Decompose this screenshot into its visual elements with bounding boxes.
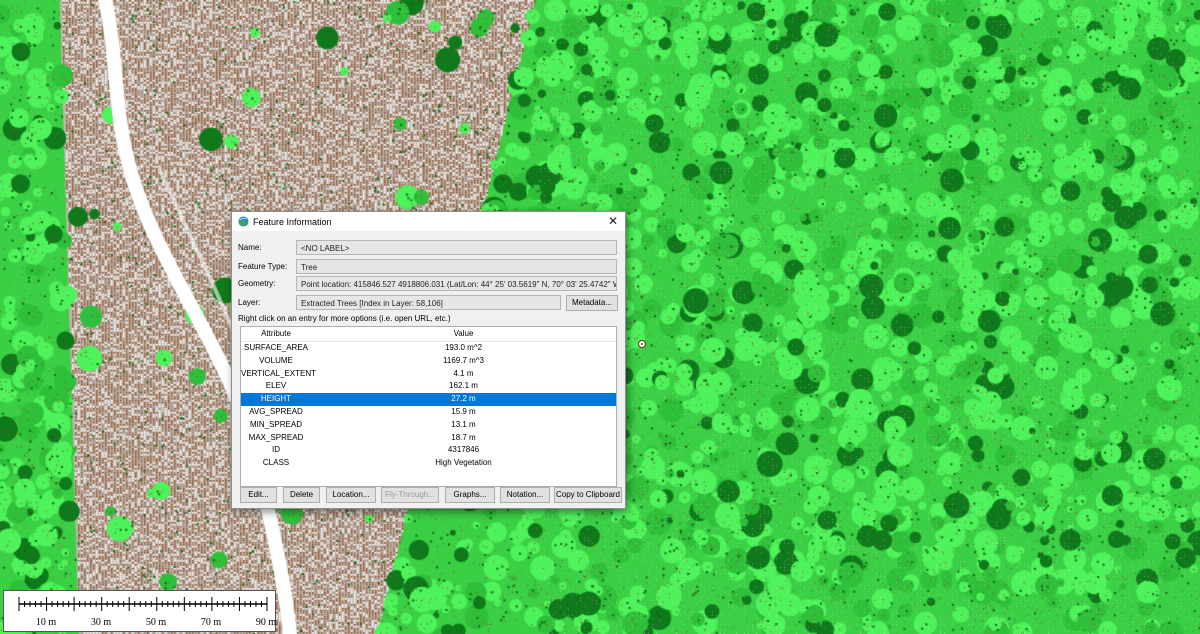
layer-field[interactable]: Extracted Trees [Index in Layer: 58,106] <box>296 295 561 310</box>
feature-type-field[interactable]: Tree <box>296 259 617 274</box>
column-header-value[interactable]: Value <box>311 327 616 341</box>
fly-through-button[interactable]: Fly-Through... <box>381 487 439 503</box>
dialog-title-bar[interactable]: Feature Information ✕ <box>232 212 625 231</box>
metadata-button[interactable]: Metadata... <box>566 295 618 311</box>
feature-type-row: Feature Type: Tree <box>238 259 617 274</box>
attribute-name: MAX_SPREAD <box>248 432 304 442</box>
scale-bar: 10 m 30 m 50 m 70 m 90 m <box>3 590 276 632</box>
attribute-name: CLASS <box>262 458 290 468</box>
layer-label: Layer: <box>238 298 261 307</box>
table-row[interactable]: VERTICAL_EXTENT 4.1 m <box>241 368 616 381</box>
scale-label: 90 m <box>255 617 277 628</box>
geometry-label: Geometry: <box>238 279 276 288</box>
attribute-value: 4.1 m <box>453 368 474 378</box>
geometry-row: Geometry: Point location: 415846.527 491… <box>238 276 617 291</box>
attribute-value: 15.9 m <box>451 406 476 416</box>
name-field[interactable]: <NO LABEL> <box>296 240 617 255</box>
table-row[interactable]: MAX_SPREAD 18.7 m <box>241 432 616 445</box>
table-row[interactable]: SURFACE_AREA 193.0 m^2 <box>241 342 616 355</box>
table-row[interactable]: VOLUME 1169.7 m^3 <box>241 355 616 368</box>
selected-tree-marker[interactable] <box>638 340 646 348</box>
scale-label: 50 m <box>145 617 167 628</box>
table-row[interactable]: HEIGHT 27.2 m <box>241 393 616 406</box>
location-button[interactable]: Location... <box>326 487 376 503</box>
attribute-name: VOLUME <box>259 355 293 365</box>
attribute-list-header: Attribute Value <box>241 327 616 342</box>
dialog-title: Feature Information <box>253 216 332 227</box>
scale-label: 30 m <box>90 617 112 628</box>
edit-button[interactable]: Edit... <box>240 487 277 503</box>
table-row[interactable]: ELEV 162.1 m <box>241 380 616 393</box>
geometry-field[interactable]: Point location: 415846.527 4918806.031 (… <box>296 276 617 291</box>
column-header-attribute[interactable]: Attribute <box>241 327 311 341</box>
dialog-button-bar: Edit... Delete Location... Fly-Through..… <box>240 487 625 503</box>
attribute-name: SURFACE_AREA <box>243 343 309 352</box>
attribute-name: AVG_SPREAD <box>249 406 303 416</box>
scale-label: 10 m <box>35 617 57 628</box>
attribute-value: 18.7 m <box>451 432 476 442</box>
table-row[interactable]: AVG_SPREAD 15.9 m <box>241 406 616 419</box>
attribute-name: MIN_SPREAD <box>249 419 302 429</box>
hint-text: Right click on an entry for more options… <box>238 314 451 323</box>
delete-button[interactable]: Delete <box>283 487 320 503</box>
attribute-name: VERTICAL_EXTENT <box>241 368 316 378</box>
table-row[interactable]: CLASS High Vegetation <box>241 457 616 470</box>
name-row: Name: <NO LABEL> <box>238 240 617 255</box>
attribute-name: ELEV <box>265 381 287 391</box>
table-row[interactable]: MIN_SPREAD 13.1 m <box>241 419 616 432</box>
close-icon[interactable]: ✕ <box>601 212 625 231</box>
attribute-value: 1169.7 m^3 <box>443 355 484 365</box>
attribute-value: 13.1 m <box>451 419 476 429</box>
attribute-rows: SURFACE_AREA 193.0 m^2 VOLUME 1169.7 m^3 VER… <box>241 342 616 470</box>
globe-icon <box>238 216 249 227</box>
feature-type-label: Feature Type: <box>238 262 288 271</box>
attribute-name: HEIGHT <box>260 394 292 404</box>
layer-row: Layer: Extracted Trees [Index in Layer: … <box>238 295 561 310</box>
table-row[interactable]: ID 4317846 <box>241 444 616 457</box>
graphs-button[interactable]: Graphs... <box>445 487 495 503</box>
notation-button[interactable]: Notation... <box>500 487 550 503</box>
feature-information-dialog: Feature Information ✕ Name: <NO LABEL> F… <box>231 211 626 509</box>
attribute-value: High Vegetation <box>435 458 492 468</box>
attribute-name: ID <box>272 445 280 455</box>
attribute-list[interactable]: Attribute Value SURFACE_AREA 193.0 m^2 VOL… <box>240 326 617 487</box>
attribute-value: 4317846 <box>447 445 480 455</box>
attribute-value: 162.1 m <box>449 381 478 391</box>
scale-label: 70 m <box>200 617 222 628</box>
copy-to-clipboard-button[interactable]: Copy to Clipboard <box>554 487 622 503</box>
attribute-value: 193.0 m^2 <box>444 343 483 352</box>
attribute-value: 27.2 m <box>451 394 476 404</box>
name-label: Name: <box>238 243 262 252</box>
